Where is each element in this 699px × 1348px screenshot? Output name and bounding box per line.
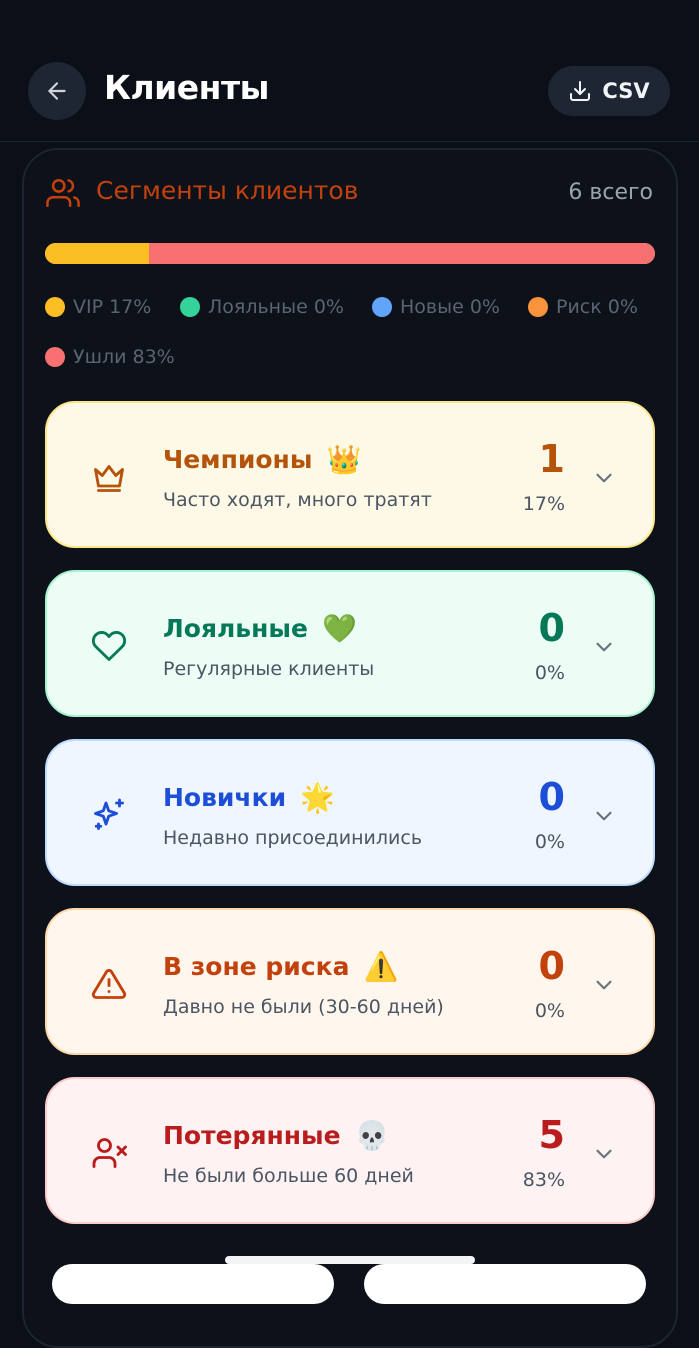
segment-card[interactable]: Новички 🌟 Недавно присоединились 0 0% xyxy=(45,739,655,886)
download-icon xyxy=(570,81,591,101)
page-title: Клиенты xyxy=(104,68,269,107)
chevron-down-icon[interactable] xyxy=(591,803,617,833)
back-button[interactable] xyxy=(28,62,86,120)
legend-dot xyxy=(528,297,548,317)
segment-name: Потерянные 💀 xyxy=(163,1119,389,1152)
segment-name-text: Новички xyxy=(163,783,287,812)
chevron-down-icon[interactable] xyxy=(591,465,617,495)
bar-segment-vip xyxy=(45,243,149,264)
segment-name: Чемпионы 👑 xyxy=(163,443,361,476)
segment-card[interactable]: В зоне риска ⚠️ Давно не были (30-60 дней)… xyxy=(45,908,655,1055)
home-indicator xyxy=(225,1256,475,1264)
segment-card[interactable]: Чемпионы 👑 Часто ходят, много тратят 1 17% xyxy=(45,401,655,548)
legend-dot xyxy=(45,297,65,317)
segment-percent: 0% xyxy=(534,1000,565,1022)
segment-emoji: 💚 xyxy=(321,612,357,645)
segment-description: Недавно присоединились xyxy=(163,827,423,849)
legend-label: Ушли 83% xyxy=(73,346,175,368)
sparkles-icon xyxy=(91,797,127,833)
segment-percent: 0% xyxy=(534,831,565,853)
chevron-down-icon[interactable] xyxy=(591,1141,617,1171)
segment-count: 5 xyxy=(538,1113,565,1157)
segment-emoji: 👑 xyxy=(326,443,362,476)
legend-item: Риск 0% xyxy=(528,296,638,318)
segments-total: 6 всего xyxy=(568,180,653,205)
warning-icon xyxy=(91,966,127,1002)
segment-count: 0 xyxy=(538,775,565,819)
segment-percent: 17% xyxy=(522,493,565,515)
segments-distribution-bar xyxy=(45,243,655,264)
bar-segment-lost xyxy=(148,243,655,264)
bottom-card-left xyxy=(52,1264,334,1304)
segment-card[interactable]: Потерянные 💀 Не были больше 60 дней 5 83% xyxy=(45,1077,655,1224)
legend-label: VIP 17% xyxy=(73,296,152,318)
crown-icon xyxy=(91,459,127,495)
segment-description: Часто ходят, много тратят xyxy=(163,489,432,511)
legend-item: Ушли 83% xyxy=(45,346,175,368)
segment-count: 0 xyxy=(538,944,565,988)
segment-name-text: В зоне риска xyxy=(163,952,350,981)
segment-emoji: 💀 xyxy=(354,1119,390,1152)
segment-description: Не были больше 60 дней xyxy=(163,1165,414,1187)
heart-icon xyxy=(91,628,127,664)
legend-label: Лояльные 0% xyxy=(208,296,344,318)
segment-count: 1 xyxy=(538,437,565,481)
user-x-icon xyxy=(91,1135,127,1171)
segment-percent: 0% xyxy=(534,662,565,684)
segment-name-text: Лояльные xyxy=(163,614,308,643)
chevron-down-icon[interactable] xyxy=(591,634,617,664)
segment-emoji: ⚠️ xyxy=(363,950,399,983)
segment-name-text: Чемпионы xyxy=(163,445,313,474)
legend-dot xyxy=(372,297,392,317)
csv-label: CSV xyxy=(602,79,650,103)
legend-label: Новые 0% xyxy=(400,296,500,318)
segment-name: Новички 🌟 xyxy=(163,781,335,814)
users-icon xyxy=(46,176,80,214)
segment-description: Регулярные клиенты xyxy=(163,658,375,680)
app-header: Клиенты CSV xyxy=(0,0,699,142)
arrow-left-icon xyxy=(48,82,66,100)
segment-card[interactable]: Лояльные 💚 Регулярные клиенты 0 0% xyxy=(45,570,655,717)
segment-description: Давно не были (30-60 дней) xyxy=(163,996,444,1018)
chevron-down-icon[interactable] xyxy=(591,972,617,1002)
export-csv-button[interactable]: CSV xyxy=(548,66,670,116)
segments-title: Сегменты клиентов xyxy=(96,176,359,205)
segment-name: Лояльные 💚 xyxy=(163,612,357,645)
segment-emoji: 🌟 xyxy=(300,781,335,814)
segment-percent: 83% xyxy=(522,1169,565,1191)
legend-item: VIP 17% xyxy=(45,296,151,318)
bottom-card-right xyxy=(364,1264,646,1304)
legend-dot xyxy=(180,297,200,317)
legend-dot xyxy=(45,347,65,367)
segment-name-text: Потерянные xyxy=(163,1121,341,1150)
legend-label: Риск 0% xyxy=(556,296,638,318)
segment-name: В зоне риска ⚠️ xyxy=(163,950,398,983)
segment-count: 0 xyxy=(538,606,565,650)
legend-item: Новые 0% xyxy=(372,296,500,318)
legend-item: Лояльные 0% xyxy=(180,296,344,318)
